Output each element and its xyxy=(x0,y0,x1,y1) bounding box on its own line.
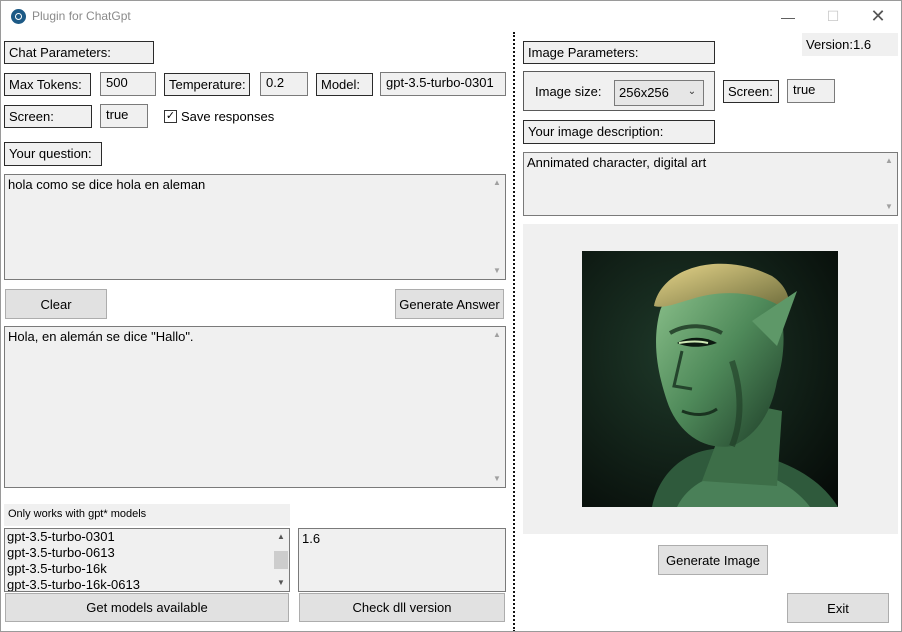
generate-answer-button[interactable]: Generate Answer xyxy=(395,289,504,319)
panel-divider xyxy=(513,32,515,631)
image-size-select[interactable]: 256x256 ⌄ xyxy=(614,80,704,106)
check-dll-button[interactable]: Check dll version xyxy=(299,593,505,622)
screen-input[interactable]: true xyxy=(100,104,148,128)
models-scrollbar[interactable]: ▲ ▼ xyxy=(273,529,289,591)
client-area: Chat Parameters: Max Tokens: 500 Tempera… xyxy=(1,32,901,631)
scroll-up-icon[interactable]: ▲ xyxy=(489,176,505,190)
models-note: Only works with gpt* models xyxy=(4,504,290,526)
check-icon: ✓ xyxy=(165,110,176,122)
image-screen-label: Screen: xyxy=(723,80,779,103)
title-bar[interactable]: Plugin for ChatGpt — ☐ ✕ xyxy=(1,1,901,32)
question-label: Your question: xyxy=(4,142,102,166)
save-responses-label: Save responses xyxy=(181,109,275,124)
window-title: Plugin for ChatGpt xyxy=(32,9,131,23)
dll-version-text: 1.6 xyxy=(302,531,321,546)
image-size-value: 256x256 xyxy=(619,85,669,100)
image-desc-textarea[interactable]: Annimated character, digital art ▲ ▼ xyxy=(523,152,898,216)
list-item[interactable]: gpt-3.5-turbo-0301 xyxy=(5,529,289,545)
max-tokens-label: Max Tokens: xyxy=(4,73,91,96)
model-input[interactable]: gpt-3.5-turbo-0301 xyxy=(380,72,506,96)
image-panel xyxy=(523,224,898,534)
screen-label: Screen: xyxy=(4,105,92,128)
generated-image xyxy=(582,251,838,507)
question-text: hola como se dice hola en aleman xyxy=(8,177,206,192)
app-icon xyxy=(11,9,26,24)
image-size-group: Image size: 256x256 ⌄ xyxy=(523,71,715,111)
temperature-label: Temperature: xyxy=(164,73,250,96)
scroll-down-icon[interactable]: ▼ xyxy=(489,472,505,486)
version-label: Version:1.6 xyxy=(802,33,898,56)
list-item[interactable]: gpt-3.5-turbo-0613 xyxy=(5,545,289,561)
image-desc-text: Annimated character, digital art xyxy=(527,155,707,170)
scrollbar-thumb[interactable] xyxy=(274,551,288,569)
image-size-label: Image size: xyxy=(535,84,602,99)
model-label: Model: xyxy=(316,73,373,96)
maximize-icon[interactable]: ☐ xyxy=(810,1,856,32)
scroll-up-icon[interactable]: ▲ xyxy=(273,530,289,544)
scroll-down-icon[interactable]: ▼ xyxy=(489,264,505,278)
scroll-down-icon[interactable]: ▼ xyxy=(881,200,897,214)
temperature-input[interactable]: 0.2 xyxy=(260,72,308,96)
question-textarea[interactable]: hola como se dice hola en aleman ▲ ▼ xyxy=(4,174,506,280)
question-scrollbar[interactable]: ▲ ▼ xyxy=(489,175,505,279)
image-screen-input[interactable]: true xyxy=(787,79,835,103)
image-desc-scrollbar[interactable]: ▲ ▼ xyxy=(881,153,897,215)
app-window: Plugin for ChatGpt — ☐ ✕ Chat Parameters… xyxy=(0,0,902,632)
list-item[interactable]: gpt-3.5-turbo-16k-0613 xyxy=(5,577,289,591)
max-tokens-input[interactable]: 500 xyxy=(100,72,156,96)
close-icon[interactable]: ✕ xyxy=(855,1,901,32)
generate-image-button[interactable]: Generate Image xyxy=(658,545,768,575)
answer-text: Hola, en alemán se dice "Hallo". xyxy=(8,329,194,344)
clear-button[interactable]: Clear xyxy=(5,289,107,319)
scroll-up-icon[interactable]: ▲ xyxy=(489,328,505,342)
scroll-down-icon[interactable]: ▼ xyxy=(273,576,289,590)
list-item[interactable]: gpt-3.5-turbo-16k xyxy=(5,561,289,577)
save-responses-checkbox[interactable]: ✓ xyxy=(164,110,177,123)
image-desc-label: Your image description: xyxy=(523,120,715,144)
minimize-icon[interactable]: — xyxy=(765,1,811,32)
scroll-up-icon[interactable]: ▲ xyxy=(881,154,897,168)
chat-params-label: Chat Parameters: xyxy=(4,41,154,64)
models-listbox[interactable]: gpt-3.5-turbo-0301 gpt-3.5-turbo-0613 gp… xyxy=(4,528,290,592)
chevron-down-icon[interactable]: ⌄ xyxy=(683,83,701,101)
answer-textarea[interactable]: Hola, en alemán se dice "Hallo". ▲ ▼ xyxy=(4,326,506,488)
exit-button[interactable]: Exit xyxy=(787,593,889,623)
dll-version-output: 1.6 xyxy=(298,528,506,592)
image-params-label: Image Parameters: xyxy=(523,41,715,64)
answer-scrollbar[interactable]: ▲ ▼ xyxy=(489,327,505,487)
get-models-button[interactable]: Get models available xyxy=(5,593,289,622)
